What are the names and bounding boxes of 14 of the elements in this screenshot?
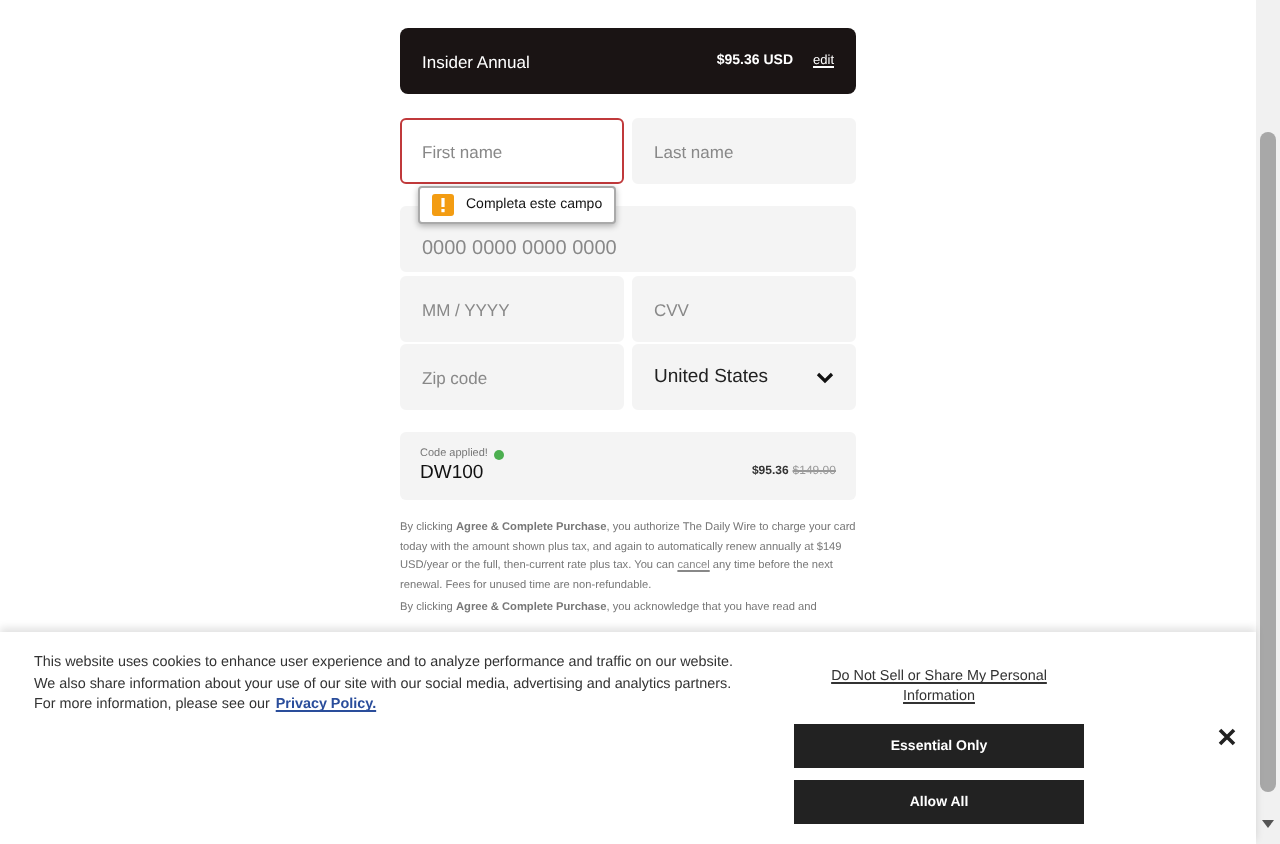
country-dropdown[interactable]: United States [632,344,856,410]
plan-name: Insider Annual [422,51,532,71]
first-name-field[interactable]: First name [400,118,624,184]
expiry-field[interactable]: MM / YYYY [400,276,624,342]
chevron-down-icon [816,371,834,383]
cvv-field[interactable]: CVV [632,276,856,342]
last-name-field[interactable]: Last name [632,118,856,184]
scrollbar[interactable] [1256,0,1280,844]
zip-code-field[interactable]: Zip code [400,344,624,410]
close-icon[interactable] [1218,728,1236,746]
scroll-down-icon[interactable] [1262,820,1274,828]
scrollbar-thumb[interactable] [1260,132,1276,792]
promo-code: DW100 [420,462,486,484]
warning-icon [432,194,454,216]
